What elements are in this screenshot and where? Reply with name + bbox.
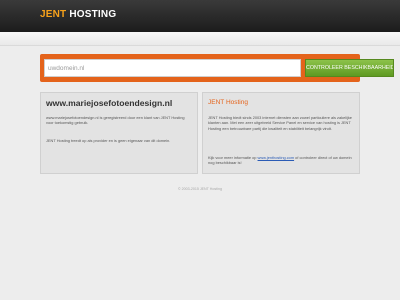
more-info-text: Kijk voor meer informatie op www.jenthos… (208, 155, 354, 166)
domain-registration-text: www.mariejosefotoendesign.nl is geregist… (46, 115, 185, 126)
logo[interactable]: JENT HOSTING (40, 9, 116, 20)
check-availability-button[interactable]: CONTROLEER BESCHIKBAARHEID (305, 59, 394, 77)
domain-title: www.mariejosefotoendesign.nl (46, 98, 173, 108)
footer-copyright: © 2003-2015 JENT Hosting (178, 187, 222, 191)
domain-info-panel: www.mariejosefotoendesign.nl www.mariejo… (40, 92, 198, 174)
sub-bar (0, 32, 400, 46)
top-bar: JENT HOSTING (0, 0, 400, 32)
company-title: JENT Hosting (208, 99, 248, 106)
logo-accent: JENT (40, 9, 67, 20)
domain-search-box: CONTROLEER BESCHIKBAARHEID (40, 54, 394, 82)
company-info-panel: JENT Hosting JENT Hosting biedt sinds 20… (202, 92, 360, 174)
company-description-text: JENT Hosting biedt sinds 2003 internet d… (208, 115, 352, 131)
domain-search-input[interactable] (44, 59, 301, 77)
more-info-prefix: Kijk voor meer informatie op (208, 155, 258, 160)
jenthosting-link[interactable]: www.jenthosting.com (258, 155, 295, 160)
provider-disclaimer-text: JENT Hosting treedt op als provider en i… (46, 138, 171, 143)
logo-text: HOSTING (66, 9, 117, 20)
